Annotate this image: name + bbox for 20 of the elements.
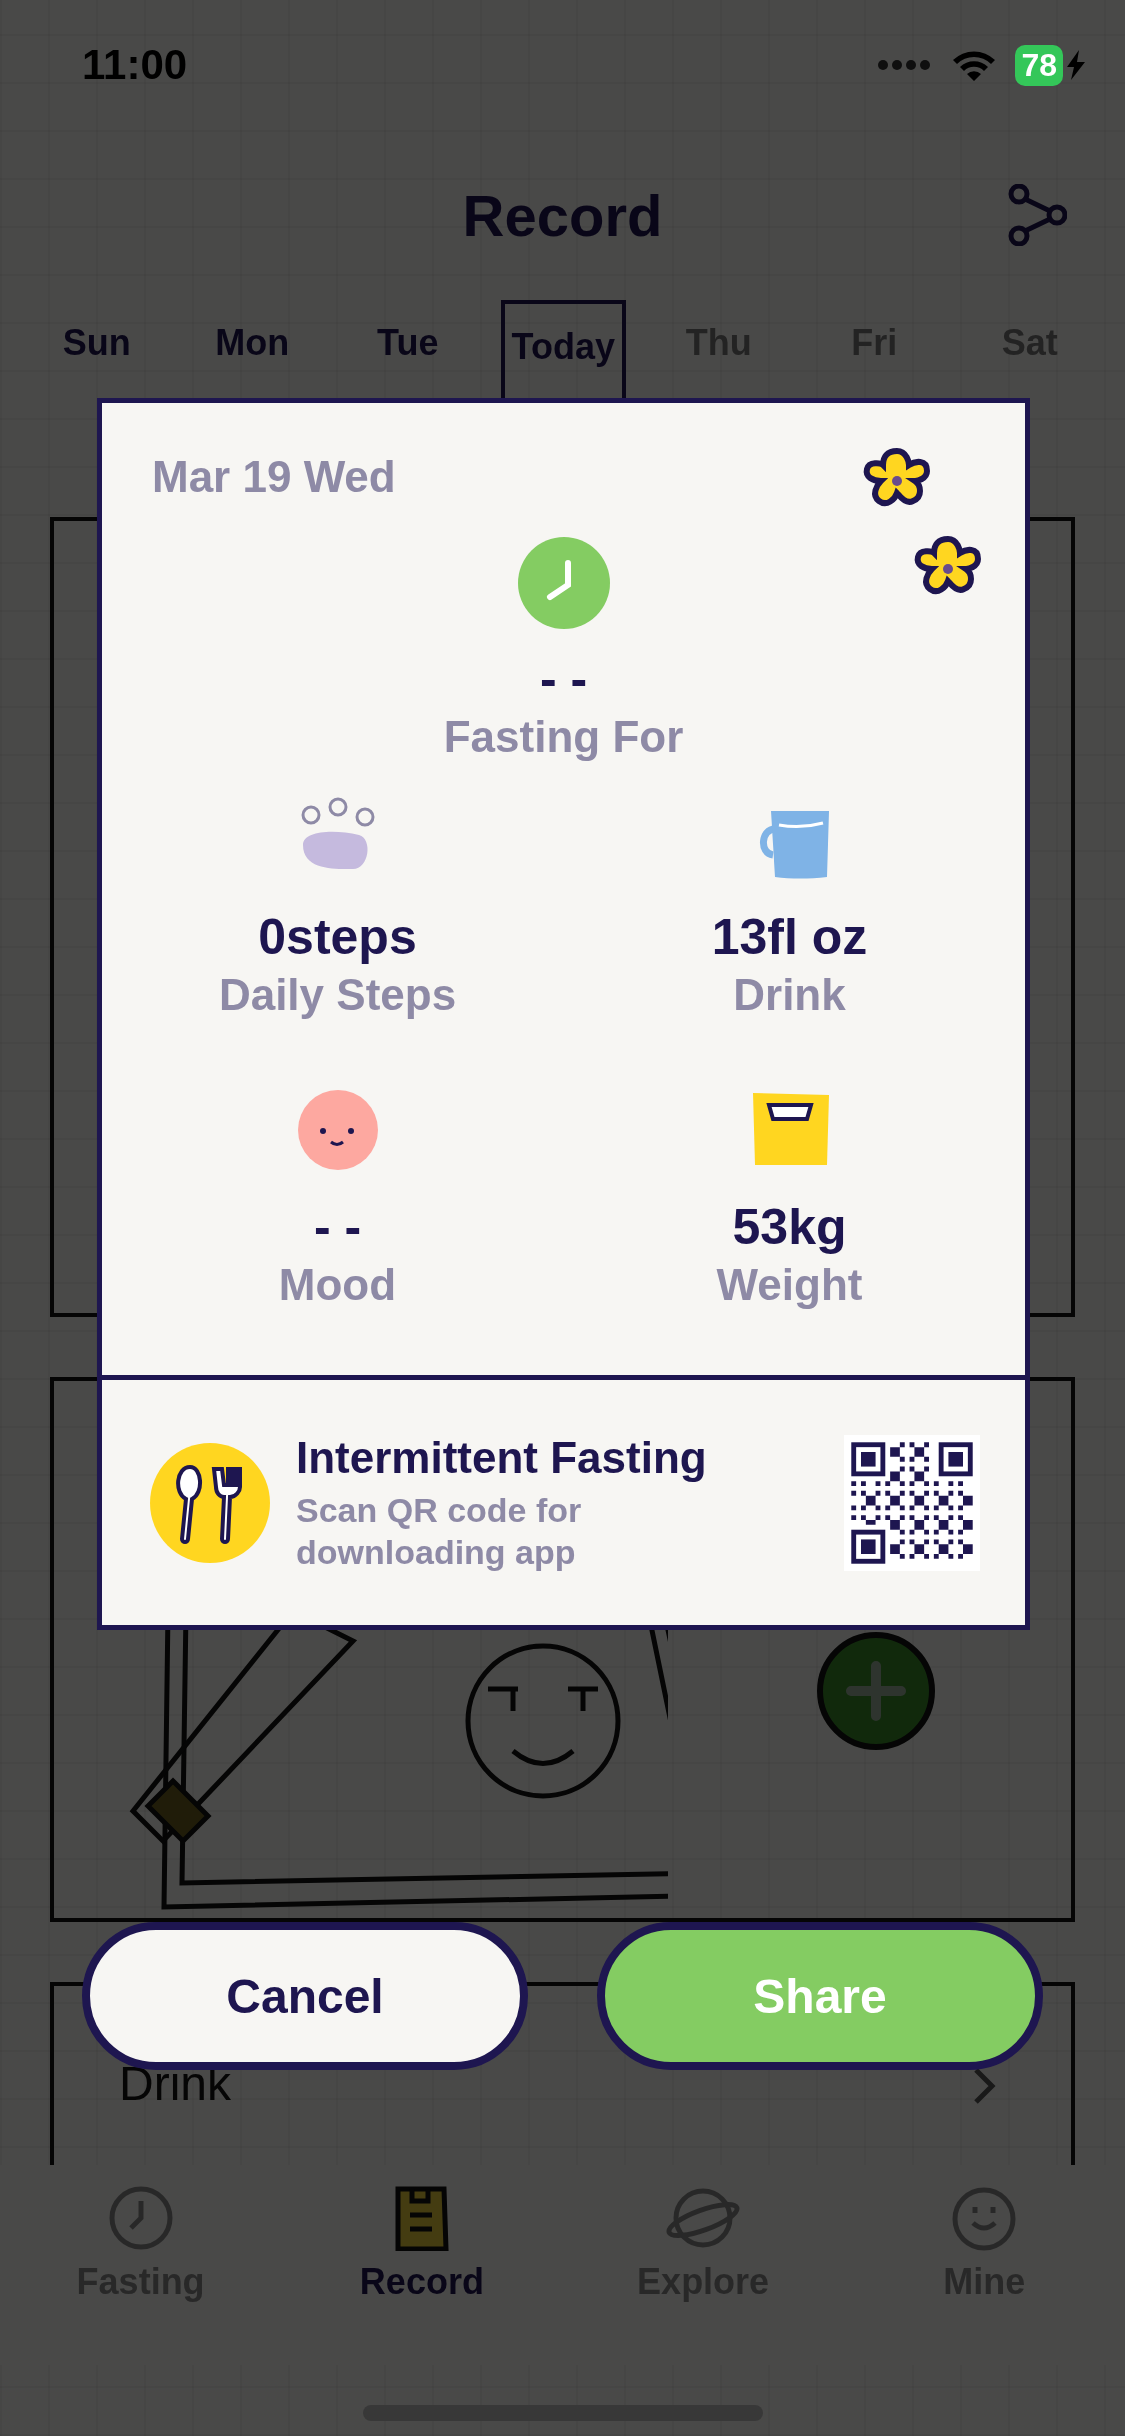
app-name: Intermittent Fasting xyxy=(296,1432,708,1483)
stat-value: - - xyxy=(313,1198,362,1257)
stat-label: Drink xyxy=(733,969,846,1021)
stat-label: Daily Steps xyxy=(218,969,457,1021)
stat-label: Mood xyxy=(278,1259,397,1311)
download-hint: Scan QR code for downloading app xyxy=(296,1489,583,1573)
fasting-label: Fasting For xyxy=(443,711,684,763)
share-button[interactable]: Share xyxy=(597,1922,1043,2070)
stat-value: 13fl oz xyxy=(711,908,868,967)
page-title: Record xyxy=(462,181,663,249)
stat-value: 0steps xyxy=(258,908,417,967)
battery-indicator: 78 xyxy=(1015,44,1063,86)
fasting-value: - - xyxy=(539,650,588,709)
stat-value: 53kg xyxy=(732,1198,847,1257)
clock-icon xyxy=(515,535,612,631)
status-time: 11:00 xyxy=(82,41,188,89)
charging-icon xyxy=(1067,50,1085,80)
card-date: Mar 19 Wed xyxy=(152,451,396,503)
utensils-icon xyxy=(150,1442,270,1563)
stat-label: Weight xyxy=(716,1259,863,1311)
